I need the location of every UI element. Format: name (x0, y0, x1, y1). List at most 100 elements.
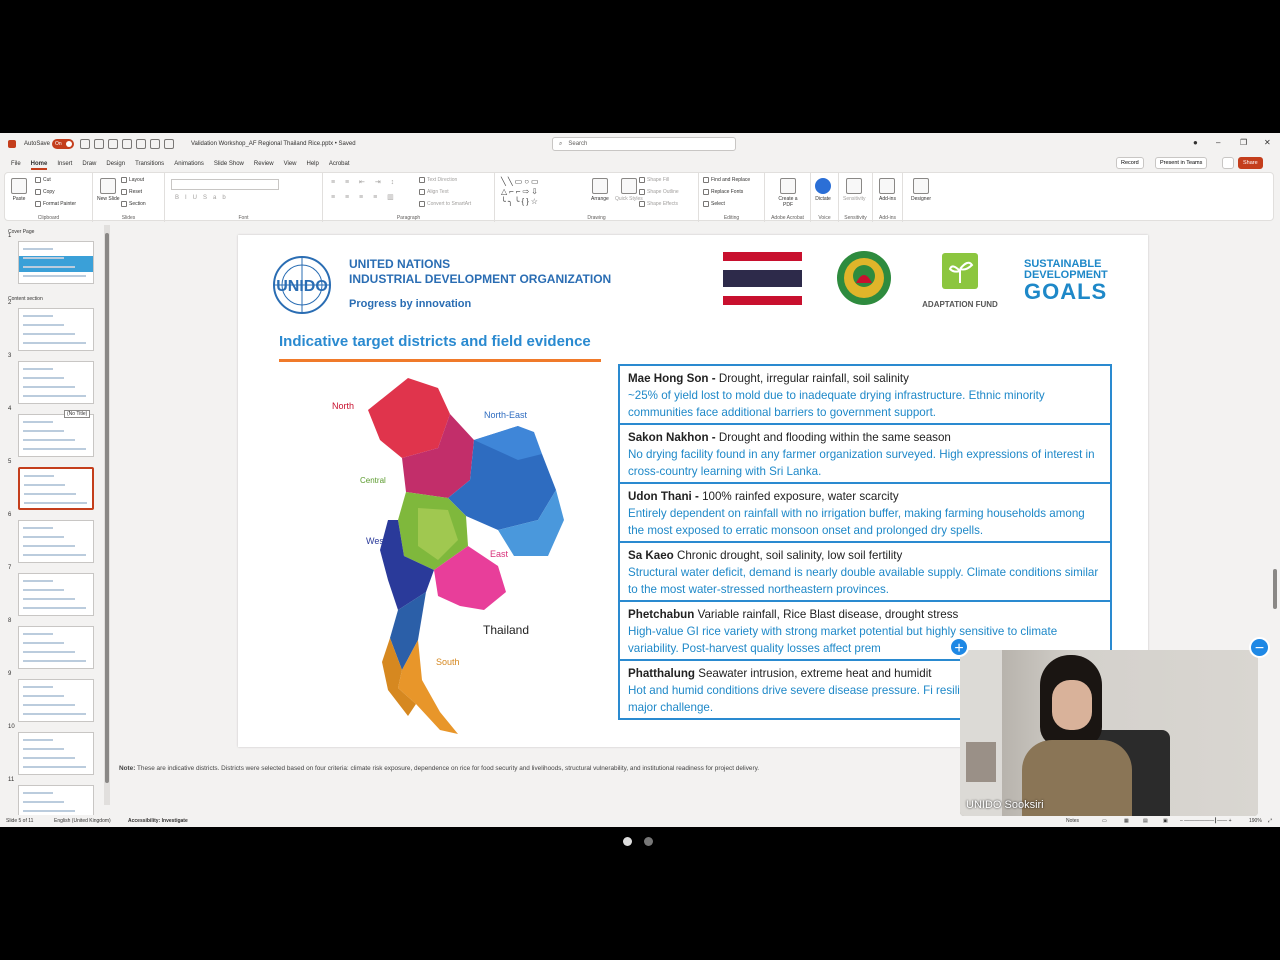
section-content[interactable]: Content section (8, 296, 43, 302)
autosave-label: AutoSave (24, 141, 51, 147)
redo-icon[interactable] (108, 139, 118, 149)
text-direction-button[interactable]: Text Direction (419, 177, 457, 183)
new-slide-button[interactable]: New Slide (97, 178, 120, 202)
fit-to-window-icon[interactable]: ⤢ (1268, 818, 1272, 824)
tab-view[interactable]: View (284, 161, 297, 167)
replace-fonts-label: Replace Fonts (711, 189, 744, 195)
record-button[interactable]: Record (1116, 157, 1144, 169)
shape-fill-button[interactable]: Shape Fill (639, 177, 669, 183)
slide-thumbnail-7[interactable] (18, 573, 94, 616)
font-name-field[interactable] (171, 179, 279, 190)
section-button[interactable]: Section (121, 201, 146, 207)
tab-file[interactable]: File (11, 161, 21, 167)
format-painter-button[interactable]: Format Painter (35, 201, 76, 207)
tab-help[interactable]: Help (307, 161, 319, 167)
share-button[interactable]: Share (1238, 157, 1263, 169)
arrange-button[interactable]: Arrange (591, 178, 609, 202)
district-evidence: Entirely dependent on rainfall with no i… (628, 507, 1085, 537)
create-pdf-button[interactable]: Create a PDF (775, 178, 801, 208)
language-indicator[interactable]: English (United Kingdom) (54, 818, 111, 824)
present-in-teams-button[interactable]: Present in Teams (1155, 157, 1208, 169)
tab-animations[interactable]: Animations (174, 161, 204, 167)
video-shelf (966, 742, 996, 782)
tab-acrobat[interactable]: Acrobat (329, 161, 350, 167)
slide-thumbnail-10[interactable] (18, 732, 94, 775)
find-replace-button[interactable]: Find and Replace (703, 177, 750, 183)
minimize-video-button[interactable]: − (1249, 637, 1270, 658)
shapes-gallery[interactable]: ╲╲▭○▭ △⌐⌐⇨⇩ ╰╮╰{}☆ (501, 177, 581, 209)
title-underline (279, 359, 601, 362)
page-dot-2[interactable] (644, 837, 653, 846)
tab-home[interactable]: Home (30, 161, 47, 170)
shape-outline-button[interactable]: Shape Outline (639, 189, 679, 195)
file-title[interactable]: Validation Workshop_AF Regional Thailand… (191, 133, 356, 155)
layout-button[interactable]: Layout (121, 177, 144, 183)
slide-scrollbar[interactable] (1270, 225, 1280, 815)
minimize-icon[interactable]: – (1216, 138, 1220, 147)
designer-button[interactable]: Designer (911, 178, 931, 202)
tab-review[interactable]: Review (254, 161, 274, 167)
restore-icon[interactable]: ❐ (1240, 138, 1247, 147)
thumbnail-text-line (23, 333, 75, 335)
thumbnail-text-line (23, 651, 75, 653)
copy-button[interactable]: Copy (35, 189, 55, 195)
slide-thumbnail-3[interactable] (18, 361, 94, 404)
slide-thumbnail-9[interactable] (18, 679, 94, 722)
tab-draw[interactable]: Draw (82, 161, 96, 167)
slide-scroll-thumb[interactable] (1273, 569, 1277, 609)
note-label: Note: (119, 765, 136, 772)
thumbnail-text-line (23, 257, 64, 259)
slideshow-icon[interactable]: ▣ (1163, 818, 1168, 824)
comments-icon[interactable] (1222, 157, 1234, 169)
shape-effects-button[interactable]: Shape Effects (639, 201, 678, 207)
slide-thumbnail-8[interactable] (18, 626, 94, 669)
align-text-button[interactable]: Align Text (419, 189, 449, 195)
copilot-icon[interactable]: ● (1193, 138, 1198, 147)
slide-thumbnail-2[interactable] (18, 308, 94, 351)
select-button[interactable]: Select (703, 201, 725, 207)
reading-view-icon[interactable]: ▤ (1143, 818, 1148, 824)
thumbnail-text-line (23, 545, 75, 547)
autosave-toggle[interactable]: On (52, 133, 74, 155)
reset-button[interactable]: Reset (121, 189, 142, 195)
section-cover-page[interactable]: Cover Page (8, 229, 34, 235)
tab-transitions[interactable]: Transitions (135, 161, 164, 167)
slide-thumbnail-1[interactable] (18, 241, 94, 284)
normal-view-icon[interactable]: ▭ (1102, 818, 1107, 824)
undo-icon[interactable] (94, 139, 104, 149)
select-label: Select (711, 201, 725, 207)
cut-button[interactable]: Cut (35, 177, 51, 183)
convert-smartart-button[interactable]: Convert to SmartArt (419, 201, 471, 207)
page-dot-1[interactable] (623, 837, 632, 846)
addins-button[interactable]: Add-ins (879, 178, 896, 202)
search-input[interactable]: ⌕ Search (552, 137, 736, 151)
zoom-level[interactable]: 190% (1249, 818, 1262, 824)
customize-icon[interactable] (164, 139, 174, 149)
sensitivity-button[interactable]: Sensitivity (843, 178, 866, 202)
zoom-slider[interactable]: – ——————┃—— + (1180, 818, 1232, 824)
autosave-state: On (52, 139, 74, 149)
save-icon[interactable] (80, 139, 90, 149)
participant-video[interactable]: UNIDO Sooksiri (960, 650, 1258, 816)
add-button[interactable]: + (949, 637, 969, 657)
slide-thumbnail-6[interactable] (18, 520, 94, 563)
slide-thumbnail-5[interactable] (18, 467, 94, 510)
touch-mode-icon[interactable] (150, 139, 160, 149)
paste-button[interactable]: Paste (11, 178, 27, 202)
close-icon[interactable]: ✕ (1264, 138, 1271, 147)
slide-thumbnail-4[interactable] (18, 414, 94, 457)
dictate-button[interactable]: Dictate (815, 178, 831, 202)
slide-sorter-icon[interactable]: ▦ (1124, 818, 1129, 824)
font-format-buttons[interactable]: BIUSab (175, 195, 232, 201)
align-buttons[interactable]: ≡ ≡ ≡ ≡ ▥ (331, 193, 398, 201)
thumbnails-scroll-thumb[interactable] (105, 233, 109, 783)
replace-fonts-button[interactable]: Replace Fonts (703, 189, 743, 195)
accessibility-status[interactable]: Accessibility: Investigate (128, 818, 188, 824)
new-slide-icon[interactable] (136, 139, 146, 149)
list-buttons[interactable]: ≡ ≡ ⇤ ⇥ ↕ (331, 178, 398, 186)
notes-button[interactable]: Notes (1066, 818, 1079, 824)
tab-slide-show[interactable]: Slide Show (214, 161, 244, 167)
present-icon[interactable] (122, 139, 132, 149)
tab-insert[interactable]: Insert (57, 161, 72, 167)
tab-design[interactable]: Design (106, 161, 125, 167)
